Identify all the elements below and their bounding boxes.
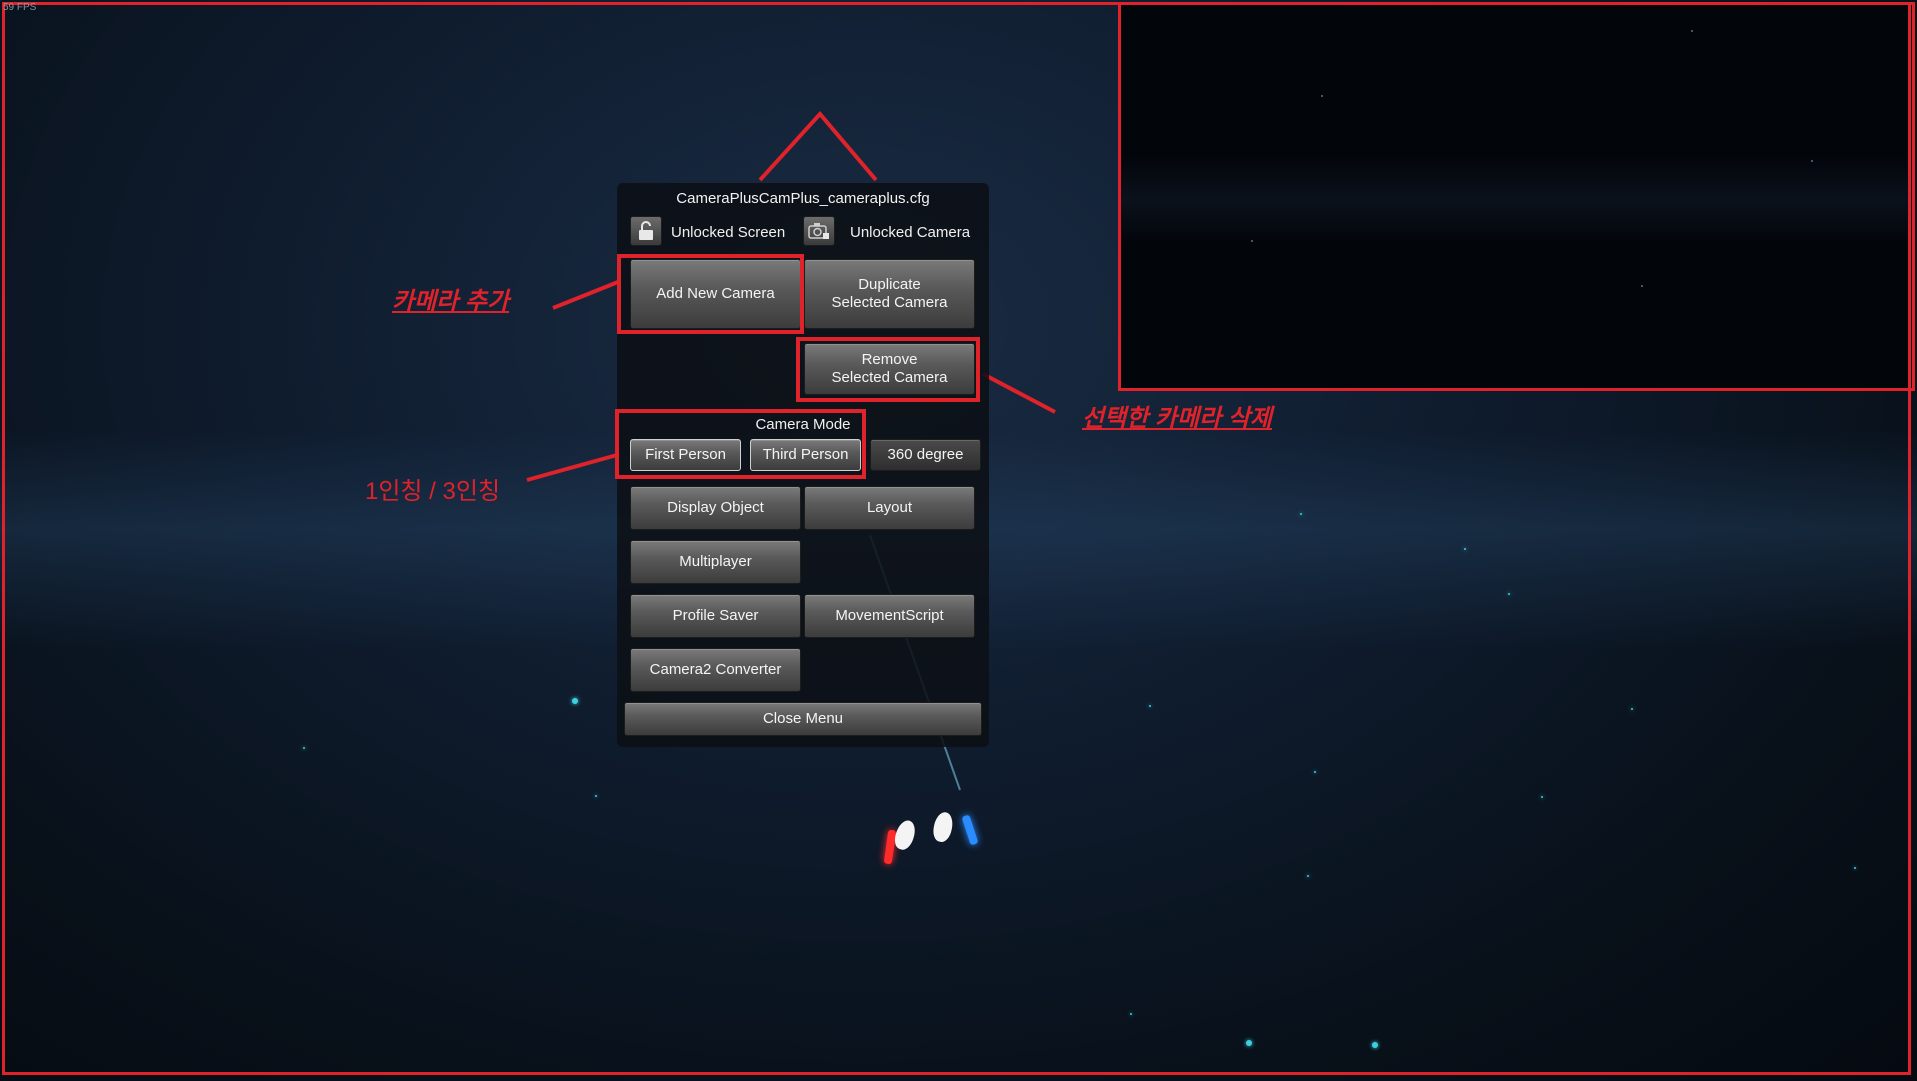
display-object-button[interactable]: Display Object	[630, 486, 801, 530]
star	[1641, 285, 1643, 287]
duplicate-camera-button[interactable]: Duplicate Selected Camera	[804, 259, 975, 329]
layout-button[interactable]: Layout	[804, 486, 975, 530]
star	[1321, 95, 1323, 97]
star	[1251, 240, 1253, 242]
unlocked-padlock-icon	[639, 221, 653, 240]
lock-screen-label: Unlocked Screen	[671, 224, 786, 241]
360-degree-button[interactable]: 360 degree	[870, 439, 981, 471]
profile-saver-button[interactable]: Profile Saver	[630, 594, 801, 638]
lock-camera-toggle[interactable]	[803, 216, 835, 246]
highlight-add-camera	[617, 254, 804, 334]
star	[1691, 30, 1693, 32]
annotation-add-camera: 카메라 추가	[392, 288, 510, 315]
menu-title: CameraPlusCamPlus_cameraplus.cfg	[676, 190, 930, 207]
star	[1811, 160, 1813, 162]
multiplayer-button[interactable]: Multiplayer	[630, 540, 801, 584]
camera-lock-icon	[808, 223, 829, 239]
lock-screen-toggle[interactable]	[630, 216, 662, 246]
movement-script-button[interactable]: MovementScript	[804, 594, 975, 638]
lock-camera-label: Unlocked Camera	[850, 224, 971, 241]
preview-horizon	[1121, 155, 1912, 245]
highlight-remove-camera	[796, 337, 980, 402]
annotation-remove-camera: 선택한 카메라 삭제	[1082, 405, 1272, 432]
fps-counter: 59 FPS	[3, 2, 37, 13]
annotation-person-mode: 1인칭 / 3인칭	[365, 478, 501, 505]
close-menu-button[interactable]: Close Menu	[624, 702, 982, 736]
highlight-camera-mode	[615, 409, 866, 479]
camera2-converter-button[interactable]: Camera2 Converter	[630, 648, 801, 692]
camera-preview-window	[1118, 2, 1915, 391]
